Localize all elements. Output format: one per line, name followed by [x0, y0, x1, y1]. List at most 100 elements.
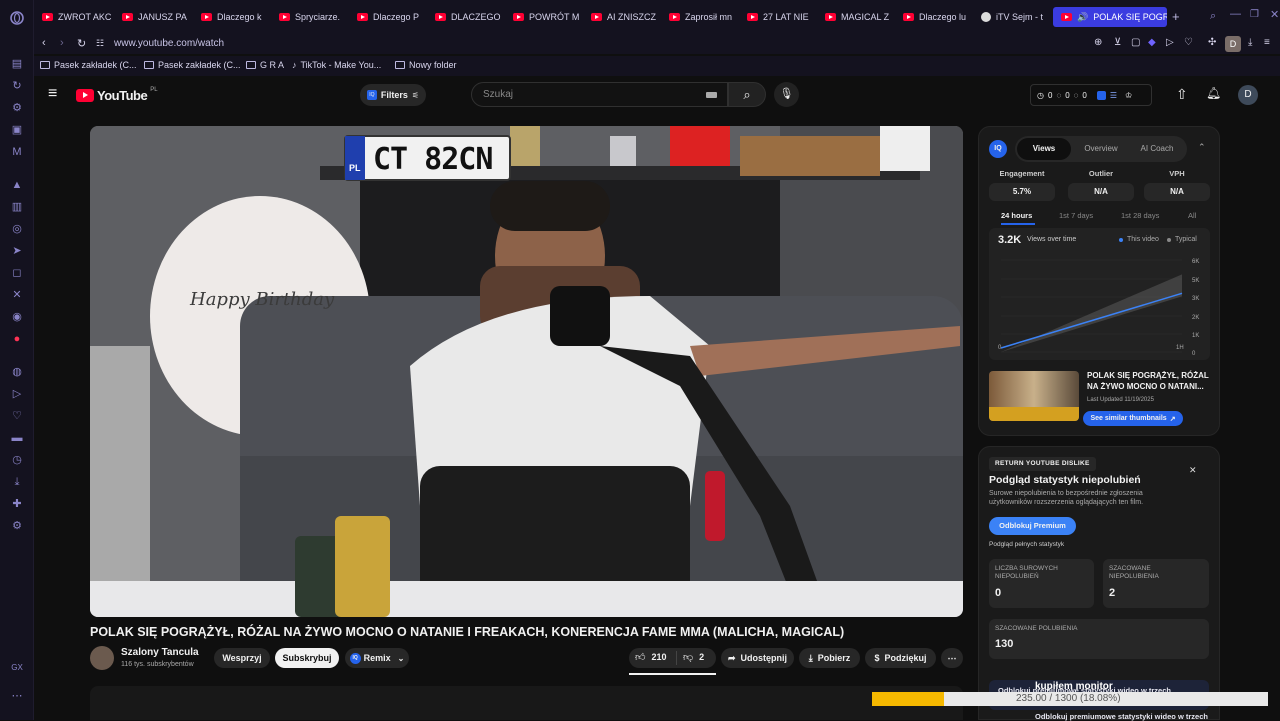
extension-counters[interactable]: ◷ 0 ◌ 0 ◌ 0 ☰ ♔ [1030, 84, 1152, 106]
browser-tab-active[interactable]: 🔊 POLAK SIĘ POGRA [1053, 7, 1167, 27]
unlock-premium-button[interactable]: Odblokuj Premium [989, 517, 1076, 535]
search-button[interactable]: ⌕ [728, 82, 766, 107]
bookmark-folder[interactable]: G R A [246, 60, 284, 70]
url-field[interactable]: www.youtube.com/watch [114, 38, 224, 49]
restore-icon[interactable]: ❐ [1250, 9, 1259, 20]
channel-avatar[interactable] [90, 646, 114, 670]
profile-avatar[interactable]: D [1225, 36, 1241, 52]
more-icon[interactable]: ⋯ [10, 689, 24, 703]
reload-icon[interactable]: ↻ [77, 37, 86, 50]
extensions-puzzle-icon[interactable]: ✣ [1208, 37, 1216, 48]
aria-icon[interactable]: ▲ [10, 178, 24, 192]
browser-tab[interactable]: MAGICAL Z [825, 7, 897, 27]
browser-tab[interactable]: DLACZEGO [435, 7, 507, 27]
send-icon[interactable]: ▷ [10, 387, 24, 401]
vpn-shield-icon[interactable]: ◆ [1148, 37, 1156, 48]
bookmark-folder[interactable]: Pasek zakładek (C... [144, 60, 241, 70]
record-icon[interactable]: ● [10, 332, 24, 346]
search-input[interactable]: Szukaj [471, 82, 728, 107]
browser-tab[interactable]: AI ZNISZCZ [591, 7, 663, 27]
account-avatar[interactable]: D [1238, 85, 1258, 105]
settings-icon[interactable]: ⚙ [10, 519, 24, 533]
telegram-icon[interactable]: ➤ [10, 244, 24, 258]
browser-tab[interactable]: ZWROT AKC [42, 7, 114, 27]
menu-icon[interactable]: ≡ [1264, 37, 1270, 48]
close-window-icon[interactable]: ✕ [1270, 8, 1279, 21]
opera-logo-icon[interactable] [10, 11, 24, 25]
youtube-logo[interactable]: YouTube PL [76, 87, 158, 103]
forward-icon[interactable]: › [60, 37, 64, 49]
extensions-icon[interactable]: ✚ [10, 497, 24, 511]
bookmark-folder[interactable]: Pasek zakładek (C... [40, 60, 137, 70]
thanks-button[interactable]: $ Podziękuj [865, 648, 936, 668]
video-icon[interactable]: ▣ [10, 123, 24, 137]
browser-tab[interactable]: Spryciarze. [279, 7, 351, 27]
like-button[interactable]: 👍︎ 210 [635, 651, 666, 663]
browser-tab[interactable]: POWRÓT M [513, 7, 585, 27]
snapshot-icon[interactable]: ▢ [1131, 37, 1140, 48]
history-icon[interactable]: ◷ [10, 453, 24, 467]
voice-search-button[interactable]: 🎙 [774, 82, 799, 107]
x-icon[interactable]: ✕ [10, 288, 24, 302]
full-stats-link[interactable]: Podgląd pełnych statystyk [989, 541, 1064, 548]
more-actions-button[interactable]: ⋯ [941, 648, 963, 668]
keyboard-icon[interactable] [706, 92, 717, 98]
notifications-bell-icon[interactable]: 🔔︎ [1206, 86, 1221, 100]
discord-icon[interactable]: ◉ [10, 310, 24, 324]
channel-name[interactable]: Szalony Tancula [121, 647, 199, 658]
browser-tab[interactable]: Dlaczego lu [903, 7, 975, 27]
browser-tab[interactable]: Zaprosił mn [669, 7, 741, 27]
new-tab-button[interactable]: + [1172, 9, 1180, 24]
download-button[interactable]: ⤓ Pobierz [799, 648, 860, 668]
wallet-icon[interactable]: ▬ [10, 431, 24, 445]
vidiq-filters-button[interactable]: IQ Filters ⚟ [360, 84, 426, 106]
gx-icon[interactable]: GX [10, 661, 24, 675]
range-28d[interactable]: 1st 28 days [1121, 211, 1159, 220]
site-info-icon[interactable]: ☷ [96, 38, 104, 49]
minimize-icon[interactable]: — [1230, 8, 1241, 20]
heart-icon[interactable]: ♡ [10, 409, 24, 423]
hamburger-menu-icon[interactable]: ≡ [48, 85, 57, 103]
range-24h[interactable]: 24 hours [1001, 211, 1032, 220]
mail-icon[interactable]: M [10, 145, 24, 159]
news-icon[interactable]: ▤ [10, 57, 24, 71]
search-tabs-icon[interactable]: ⌕ [1210, 10, 1216, 23]
instagram-icon[interactable]: ◻ [10, 266, 24, 280]
bot-icon[interactable]: ⚙ [10, 101, 24, 115]
similar-thumbnails-button[interactable]: See similar thumbnails ↗ [1083, 411, 1183, 426]
favorite-icon[interactable]: ♡ [1184, 37, 1193, 48]
download-icon[interactable]: ⤓ [10, 475, 24, 489]
video-player[interactable]: CT 82CN PL Happy Birthday [90, 126, 963, 617]
subscribe-button[interactable]: Subskrybuj [275, 648, 339, 668]
twitch-icon[interactable]: ▥ [10, 200, 24, 214]
share-button[interactable]: ➦ Udostępnij [721, 648, 794, 668]
tab-ai-coach[interactable]: AI Coach [1131, 138, 1183, 160]
refresh-icon[interactable]: ↻ [10, 79, 24, 93]
browser-tab[interactable]: JANUSZ PA [122, 7, 194, 27]
remix-button[interactable]: IQ Remix ⌄ [345, 648, 409, 668]
browser-tab[interactable]: 27 LAT NIE [747, 7, 819, 27]
browser-tab[interactable]: iTV Sejm - t [981, 7, 1053, 27]
browser-tab[interactable]: Dlaczego k [201, 7, 273, 27]
spotify-icon[interactable]: ◍ [10, 365, 24, 379]
range-7d[interactable]: 1st 7 days [1059, 211, 1093, 220]
close-icon[interactable]: ✕ [1189, 465, 1197, 476]
zoom-icon[interactable]: ⊕ [1094, 37, 1102, 48]
video-thumbnail[interactable] [989, 371, 1079, 421]
range-all[interactable]: All [1188, 211, 1196, 220]
support-button[interactable]: Wesprzyj [214, 648, 270, 668]
bookmark-link[interactable]: ♪ TikTok - Make You... [292, 60, 381, 70]
dislike-button[interactable]: 👎︎ 2 [683, 651, 704, 663]
bookmark-folder[interactable]: Nowy folder [395, 60, 457, 70]
description-box[interactable] [90, 686, 963, 720]
tab-views[interactable]: Views [1017, 138, 1071, 160]
messenger-icon[interactable]: ◎ [10, 222, 24, 236]
play-icon[interactable]: ▷ [1166, 37, 1174, 48]
collapse-chevron-icon[interactable]: ⌃ [1198, 142, 1206, 153]
back-icon[interactable]: ‹ [42, 37, 46, 49]
pin-icon[interactable]: ⊻ [1114, 37, 1121, 48]
upload-icon[interactable]: ⇧ [1176, 86, 1188, 103]
tab-overview[interactable]: Overview [1077, 138, 1125, 160]
download-bar-icon[interactable]: ⤓ [1248, 37, 1252, 48]
browser-tab[interactable]: Dlaczego P [357, 7, 429, 27]
